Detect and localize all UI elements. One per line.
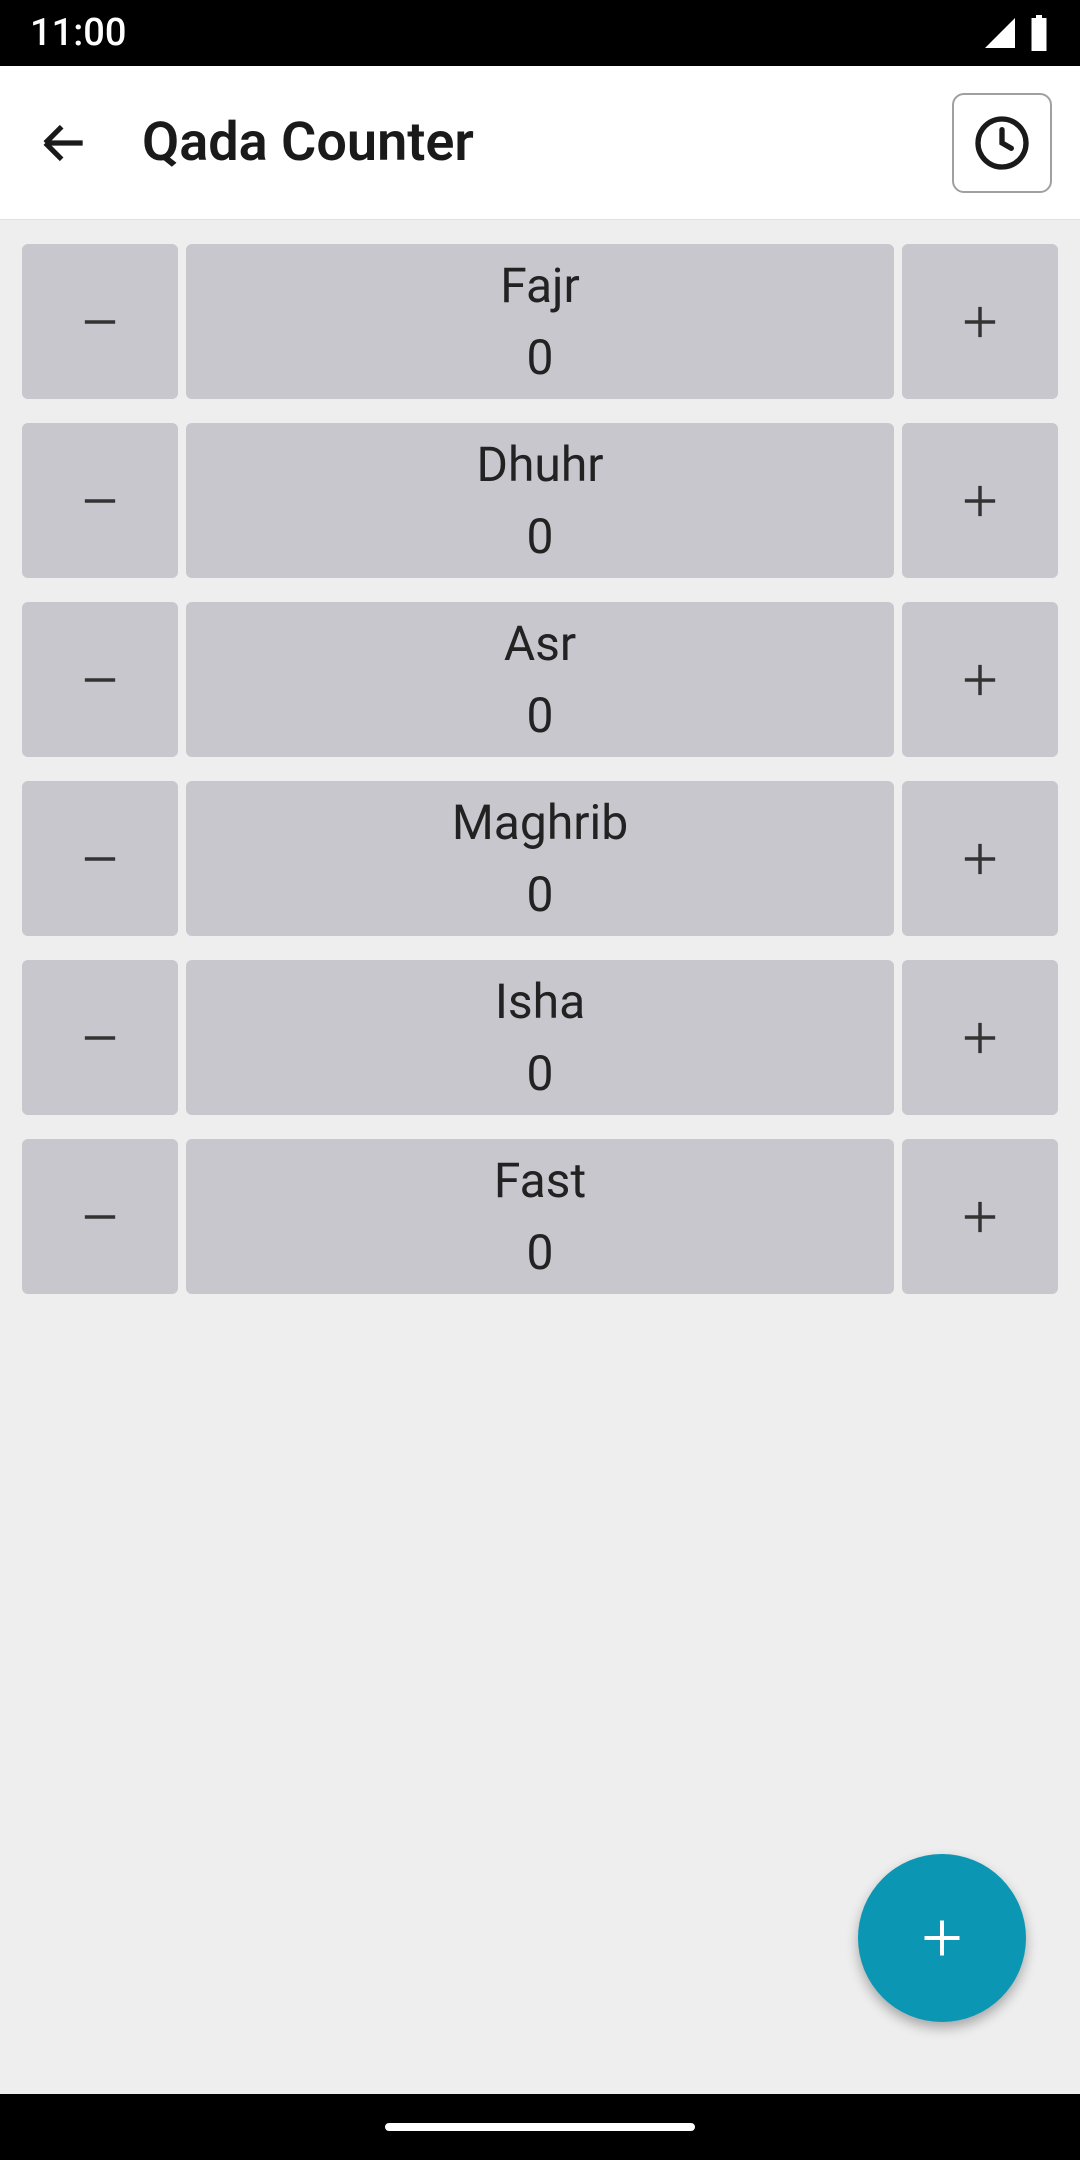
plus-icon (912, 1908, 972, 1968)
counter-display[interactable]: Fajr 0 (186, 244, 894, 399)
page-title: Qada Counter (142, 111, 474, 174)
plus-icon (954, 296, 1006, 348)
decrement-button[interactable] (22, 781, 178, 936)
counter-value: 0 (527, 501, 554, 573)
counter-display[interactable]: Asr 0 (186, 602, 894, 757)
counter-value: 0 (527, 1217, 554, 1289)
decrement-button[interactable] (22, 423, 178, 578)
increment-button[interactable] (902, 423, 1058, 578)
increment-button[interactable] (902, 781, 1058, 936)
counter-row-dhuhr: Dhuhr 0 (22, 423, 1058, 578)
decrement-button[interactable] (22, 1139, 178, 1294)
plus-icon (954, 475, 1006, 527)
counter-label: Asr (504, 608, 576, 680)
home-handle[interactable] (385, 2123, 695, 2131)
counter-row-maghrib: Maghrib 0 (22, 781, 1058, 936)
minus-icon (74, 1012, 126, 1064)
counter-row-isha: Isha 0 (22, 960, 1058, 1115)
plus-icon (954, 1012, 1006, 1064)
decrement-button[interactable] (22, 602, 178, 757)
counter-list: Fajr 0 Dhuhr 0 Asr 0 (0, 220, 1080, 1342)
increment-button[interactable] (902, 960, 1058, 1115)
clock-icon (970, 111, 1034, 175)
counter-display[interactable]: Fast 0 (186, 1139, 894, 1294)
increment-button[interactable] (902, 1139, 1058, 1294)
clock-button[interactable] (952, 93, 1052, 193)
counter-label: Fajr (500, 250, 580, 322)
plus-icon (954, 654, 1006, 706)
counter-display[interactable]: Maghrib 0 (186, 781, 894, 936)
increment-button[interactable] (902, 602, 1058, 757)
minus-icon (74, 833, 126, 885)
minus-icon (74, 296, 126, 348)
minus-icon (74, 475, 126, 527)
counter-label: Fast (494, 1145, 586, 1217)
minus-icon (74, 1191, 126, 1243)
status-right-icons (982, 15, 1050, 51)
back-button[interactable] (24, 103, 104, 183)
minus-icon (74, 654, 126, 706)
counter-display[interactable]: Dhuhr 0 (186, 423, 894, 578)
decrement-button[interactable] (22, 960, 178, 1115)
battery-icon (1028, 15, 1050, 51)
add-fab[interactable] (858, 1854, 1026, 2022)
counter-label: Maghrib (452, 787, 628, 859)
plus-icon (954, 1191, 1006, 1243)
counter-label: Dhuhr (476, 429, 603, 501)
decrement-button[interactable] (22, 244, 178, 399)
counter-row-fast: Fast 0 (22, 1139, 1058, 1294)
plus-icon (954, 833, 1006, 885)
counter-row-asr: Asr 0 (22, 602, 1058, 757)
signal-icon (982, 15, 1018, 51)
counter-value: 0 (527, 322, 554, 394)
navigation-bar (0, 2094, 1080, 2160)
status-time: 11:00 (30, 11, 126, 55)
arrow-left-icon (36, 115, 92, 171)
counter-row-fajr: Fajr 0 (22, 244, 1058, 399)
status-bar: 11:00 (0, 0, 1080, 66)
increment-button[interactable] (902, 244, 1058, 399)
app-bar: Qada Counter (0, 66, 1080, 220)
counter-value: 0 (527, 680, 554, 752)
counter-value: 0 (527, 1038, 554, 1110)
counter-value: 0 (527, 859, 554, 931)
counter-display[interactable]: Isha 0 (186, 960, 894, 1115)
counter-label: Isha (495, 966, 585, 1038)
